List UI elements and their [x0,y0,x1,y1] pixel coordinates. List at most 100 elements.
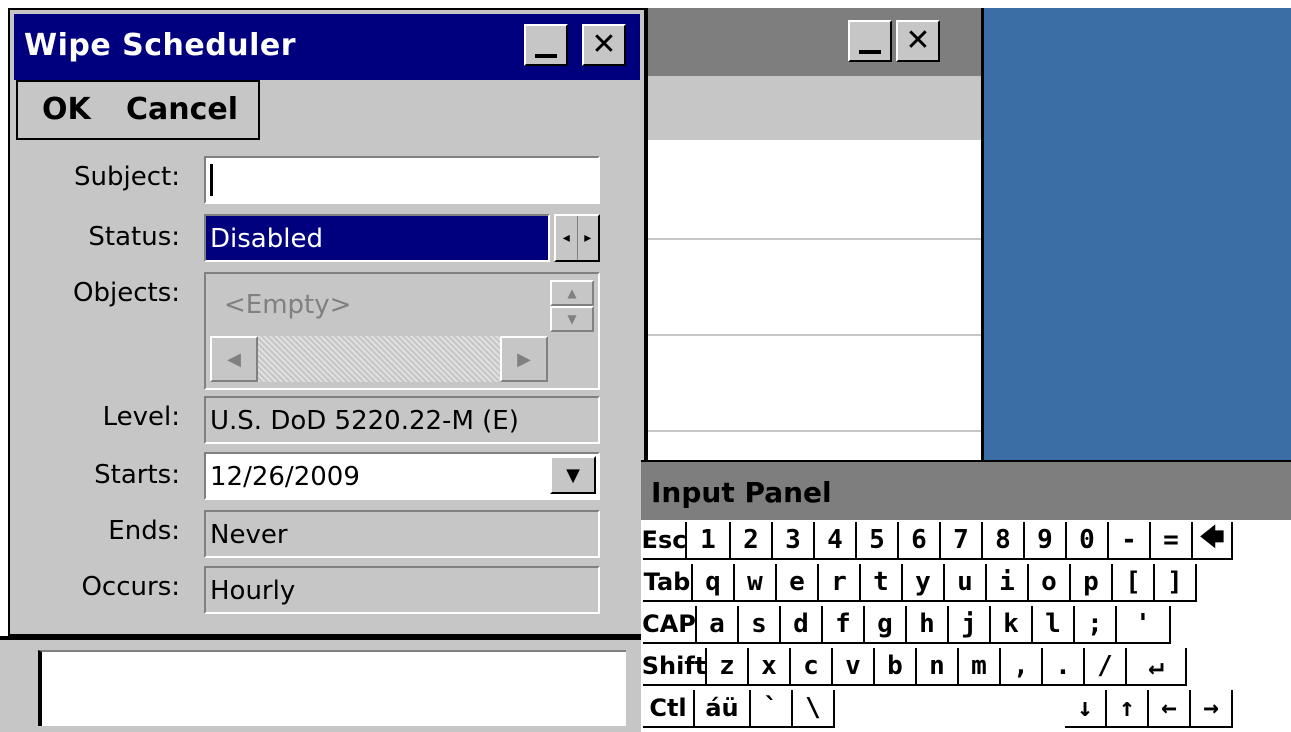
horizontal-scrollbar[interactable]: ◀ ▶ [210,336,548,382]
key-j[interactable]: j [949,606,991,644]
scroll-left-button[interactable]: ◀ [210,336,258,382]
background-minimize-button[interactable] [848,20,892,62]
close-button[interactable]: ✕ [582,24,626,66]
scroll-down-button[interactable]: ▼ [550,306,594,332]
spin-right-icon[interactable]: ▸ [578,216,599,260]
key-symbol[interactable]: ` [751,690,793,728]
key-a[interactable]: a [697,606,739,644]
key-symbol[interactable]: ] [1155,564,1197,602]
minimize-icon [535,54,557,58]
caps-key[interactable]: CAP [643,606,697,644]
input-panel: Input Panel Esc 1 2 3 4 5 6 7 8 9 0- = 🡄 Tab q w e r t y u i o… [641,460,1291,732]
objects-list[interactable]: <Empty> ▲ ▼ ◀ ▶ [204,272,600,390]
cancel-button[interactable]: Cancel [126,92,238,127]
list-divider [648,238,981,240]
key-8[interactable]: 8 [983,522,1025,560]
arrow-left-key[interactable]: ← [1149,690,1191,728]
scroll-right-button[interactable]: ▶ [500,336,548,382]
key-symbol[interactable]: \ [793,690,835,728]
subject-input[interactable] [204,156,600,204]
key-n[interactable]: n [917,648,959,686]
key-k[interactable]: k [991,606,1033,644]
key-s[interactable]: s [739,606,781,644]
key-o[interactable]: o [1029,564,1071,602]
key-b[interactable]: b [875,648,917,686]
scroll-up-button[interactable]: ▲ [550,280,594,306]
key-7[interactable]: 7 [941,522,983,560]
key-symbol[interactable]: ' [1117,606,1171,644]
background-window-titlebar[interactable]: ✕ [648,8,981,76]
input-panel-titlebar[interactable]: Input Panel [641,460,1291,520]
key-2[interactable]: 2 [731,522,773,560]
key-r[interactable]: r [819,564,861,602]
enter-key[interactable]: ↵ [1127,648,1187,686]
status-field[interactable]: Disabled [204,214,550,262]
status-spinner[interactable]: ◂ ▸ [554,214,600,262]
arrow-up-key[interactable]: ↑ [1107,690,1149,728]
key-symbol[interactable]: ; [1075,606,1117,644]
key-p[interactable]: p [1071,564,1113,602]
starts-date-picker[interactable]: 12/26/2009 [204,452,600,500]
text-caret [210,164,213,196]
background-window[interactable]: ✕ [646,8,984,460]
spin-left-icon[interactable]: ◂ [556,216,578,260]
shift-key[interactable]: Shift [643,648,707,686]
key-t[interactable]: t [861,564,903,602]
key-symbol[interactable]: = [1151,522,1193,560]
arrow-right-key[interactable]: → [1191,690,1233,728]
intl-chars-key[interactable]: áü [695,690,751,728]
key-0[interactable]: 0 [1067,522,1109,560]
background-close-button[interactable]: ✕ [896,20,940,62]
key-symbol[interactable]: . [1043,648,1085,686]
key-y[interactable]: y [903,564,945,602]
ctrl-key[interactable]: Ctl [643,690,695,728]
key-d[interactable]: d [781,606,823,644]
key-4[interactable]: 4 [815,522,857,560]
key-v[interactable]: v [833,648,875,686]
bottom-text-area[interactable] [38,650,626,726]
starts-value: 12/26/2009 [210,462,360,492]
key-6[interactable]: 6 [899,522,941,560]
tab-key[interactable]: Tab [643,564,693,602]
dialog-titlebar[interactable]: Wipe Scheduler ✕ [14,14,640,80]
key-1[interactable]: 1 [687,522,731,560]
desktop-background [984,8,1291,460]
key-3[interactable]: 3 [773,522,815,560]
key-symbol[interactable]: / [1085,648,1127,686]
key-symbol[interactable]: [ [1113,564,1155,602]
backspace-key[interactable]: 🡄 [1193,522,1233,560]
key-x[interactable]: x [749,648,791,686]
key-e[interactable]: e [777,564,819,602]
key-h[interactable]: h [907,606,949,644]
occurs-field[interactable]: Hourly [204,566,600,614]
scroll-track[interactable] [258,336,502,382]
level-field[interactable]: U.S. DoD 5220.22-M (E) [204,396,600,444]
status-value: Disabled [210,224,323,254]
space-key[interactable] [835,690,1065,728]
esc-key[interactable]: Esc [643,522,687,560]
key-symbol[interactable]: , [1001,648,1043,686]
key-c[interactable]: c [791,648,833,686]
key-9[interactable]: 9 [1025,522,1067,560]
key-u[interactable]: u [945,564,987,602]
starts-dropdown-button[interactable]: ▼ [550,456,596,494]
key-5[interactable]: 5 [857,522,899,560]
occurs-value: Hourly [210,576,296,606]
key-f[interactable]: f [823,606,865,644]
key-symbol[interactable]: - [1109,522,1151,560]
ends-field[interactable]: Never [204,510,600,558]
ends-label: Ends: [108,516,180,546]
key-m[interactable]: m [959,648,1001,686]
key-l[interactable]: l [1033,606,1075,644]
ok-button[interactable]: OK [42,92,91,127]
list-divider [648,430,981,432]
arrow-down-key[interactable]: ↓ [1065,690,1107,728]
minimize-button[interactable] [524,24,568,66]
level-label: Level: [102,402,180,432]
key-z[interactable]: z [707,648,749,686]
key-q[interactable]: q [693,564,735,602]
key-w[interactable]: w [735,564,777,602]
background-list[interactable] [648,76,981,460]
key-g[interactable]: g [865,606,907,644]
key-i[interactable]: i [987,564,1029,602]
